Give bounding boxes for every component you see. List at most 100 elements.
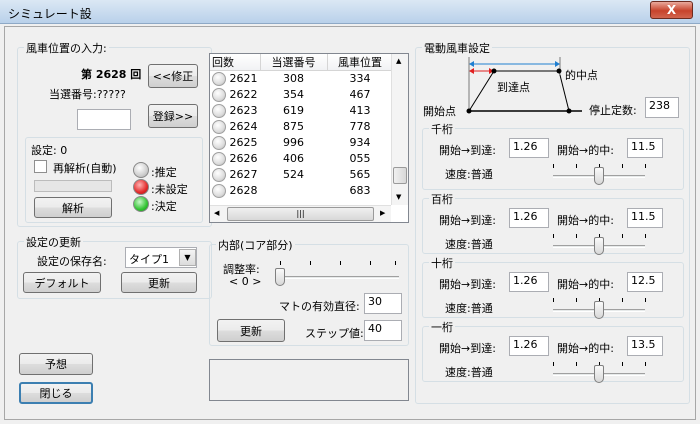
window-title: シミュレート設 xyxy=(8,7,92,21)
digit-section-title: 千桁 xyxy=(429,121,455,137)
dropdown-arrow-icon[interactable]: ▼ xyxy=(179,249,196,266)
mato-diameter-input[interactable]: 30 xyxy=(364,293,402,314)
history-winning-number: 524 xyxy=(283,168,304,181)
history-winning-number: 354 xyxy=(283,88,304,101)
history-vertical-scrollbar[interactable]: ▲ ▼ xyxy=(391,54,408,205)
scroll-up-arrow-icon[interactable]: ▲ xyxy=(396,57,401,65)
speed-tick xyxy=(645,164,646,168)
scroll-down-arrow-icon[interactable]: ▼ xyxy=(396,193,401,201)
step-value-input[interactable]: 40 xyxy=(364,320,402,341)
save-name-label: 設定の保存名: xyxy=(37,255,107,268)
predict-button[interactable]: 予想 xyxy=(19,353,93,375)
stop-constant-input[interactable]: 238 xyxy=(645,97,679,118)
speed-slider-thumb[interactable] xyxy=(594,365,604,383)
adjust-rate-slider-thumb[interactable] xyxy=(275,268,285,286)
history-row[interactable]: 2627 524 565 xyxy=(210,167,393,183)
history-horizontal-scrollbar[interactable]: ◀ ||| ▶ xyxy=(210,205,391,222)
scroll-right-arrow-icon[interactable]: ▶ xyxy=(380,209,385,217)
history-winning-number: 996 xyxy=(283,136,304,149)
speed-tick xyxy=(553,362,554,366)
start-reach-input[interactable]: 1.26 xyxy=(509,208,549,228)
start-reach-input[interactable]: 1.26 xyxy=(509,272,549,292)
scroll-left-arrow-icon[interactable]: ◀ xyxy=(214,209,219,217)
reanalysis-checkbox[interactable] xyxy=(34,160,47,173)
start-target-label: 開始→的中: xyxy=(557,214,614,227)
start-reach-label: 開始→到達: xyxy=(439,278,496,291)
adjust-tick xyxy=(340,261,341,265)
horizontal-scroll-thumb[interactable]: ||| xyxy=(227,207,374,221)
update-settings-button[interactable]: 更新 xyxy=(121,272,197,293)
adjust-tick xyxy=(395,261,396,265)
digit-section-title: 十桁 xyxy=(429,255,455,271)
start-target-input[interactable]: 12.5 xyxy=(627,272,663,292)
speed-tick xyxy=(576,164,577,168)
history-row[interactable]: 2628 683 xyxy=(210,183,393,199)
history-round: 2621 xyxy=(229,71,258,85)
speed-tick xyxy=(645,234,646,238)
adjust-rate-value: < 0 > xyxy=(229,275,262,288)
round-status-icon xyxy=(212,167,226,182)
close-dialog-button[interactable]: 閉じる xyxy=(19,382,93,404)
column-header-round[interactable]: 回数 xyxy=(210,54,261,71)
round-status-icon xyxy=(212,87,226,102)
setting-label: 設定: 0 xyxy=(31,144,68,157)
end-point-dot xyxy=(566,108,572,114)
column-header-windmill-position[interactable]: 風車位置 xyxy=(327,54,394,71)
history-row[interactable]: 2623 619 413 xyxy=(210,103,393,119)
default-button[interactable]: デフォルト xyxy=(23,272,101,293)
legend-estimated-label: :推定 xyxy=(151,166,177,179)
number-input[interactable] xyxy=(77,109,131,130)
analyze-button[interactable]: 解析 xyxy=(34,197,112,218)
register-button[interactable]: 登録>> xyxy=(148,104,198,128)
speed-label: 速度:普通 xyxy=(445,366,493,379)
start-target-label: 開始→的中: xyxy=(557,144,614,157)
history-round: 2628 xyxy=(229,183,258,197)
start-target-input[interactable]: 11.5 xyxy=(627,208,663,228)
column-header-winning-number[interactable]: 当選番号 xyxy=(260,54,328,71)
legend-unset-label: :未設定 xyxy=(151,183,188,196)
speed-tick xyxy=(576,234,577,238)
start-reach-input[interactable]: 1.26 xyxy=(509,336,549,356)
start-target-input[interactable]: 11.5 xyxy=(627,138,663,158)
history-winning-number: 308 xyxy=(283,72,304,86)
inner-group-title: 内部(コア部分) xyxy=(216,237,295,253)
adjust-tick xyxy=(310,261,311,265)
speed-slider-thumb[interactable] xyxy=(594,237,604,255)
history-row-round-cell: 2626 xyxy=(210,151,260,167)
digit-section-title: 百桁 xyxy=(429,191,455,207)
stop-constant-label: 停止定数: xyxy=(589,104,637,117)
history-row[interactable]: 2624 875 778 xyxy=(210,119,393,135)
start-target-input[interactable]: 13.5 xyxy=(627,336,663,356)
history-list[interactable]: 回数 当選番号 風車位置 2621 308 334 2622 354 467 2623 6… xyxy=(209,53,409,223)
start-reach-input[interactable]: 1.26 xyxy=(509,138,549,158)
history-round: 2626 xyxy=(229,151,258,165)
speed-tick xyxy=(645,362,646,366)
history-round: 2627 xyxy=(229,167,258,181)
title-bar xyxy=(0,0,700,24)
correct-button[interactable]: <<修正 xyxy=(148,64,198,88)
history-round: 2624 xyxy=(229,119,258,133)
history-row[interactable]: 2625 996 934 xyxy=(210,135,393,151)
diagram-reach-label: 到達点 xyxy=(497,81,530,94)
vertical-scroll-thumb[interactable] xyxy=(393,167,407,184)
history-row[interactable]: 2621 308 334 xyxy=(210,71,393,87)
speed-slider-thumb[interactable] xyxy=(594,167,604,185)
history-windmill-position: 413 xyxy=(349,104,371,117)
history-row-round-cell: 2628 xyxy=(210,183,260,199)
speed-tick xyxy=(622,164,623,168)
digit-section-title: 一桁 xyxy=(429,319,455,335)
reach-point-dot xyxy=(491,68,497,74)
history-winning-number: 406 xyxy=(283,152,304,165)
reach-arrow-left-head xyxy=(469,68,474,74)
speed-slider-thumb[interactable] xyxy=(594,301,604,319)
adjust-rate-slider-track[interactable] xyxy=(277,276,399,279)
history-row[interactable]: 2622 354 467 xyxy=(210,87,393,103)
target-arrow-left-head xyxy=(469,61,474,67)
history-row[interactable]: 2626 406 055 xyxy=(210,151,393,167)
speed-tick xyxy=(622,234,623,238)
round-status-icon xyxy=(212,71,226,86)
history-winning-number xyxy=(260,183,327,199)
inner-update-button[interactable]: 更新 xyxy=(217,319,285,342)
save-name-select[interactable]: タイプ1 ▼ xyxy=(125,247,197,268)
close-window-button[interactable]: X xyxy=(650,1,693,19)
